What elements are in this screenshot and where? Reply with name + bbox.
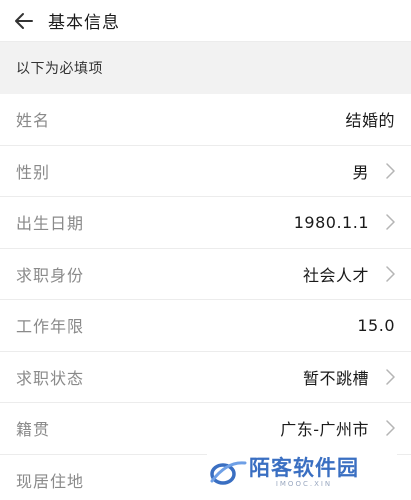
chevron-right-icon bbox=[383, 418, 397, 438]
watermark-subtext: IMOOC.XIN bbox=[275, 479, 333, 488]
field-row-job-identity[interactable]: 求职身份 社会人才 bbox=[0, 249, 411, 300]
arrow-left-icon bbox=[15, 12, 33, 29]
field-value: 暂不跳槽 bbox=[302, 368, 369, 388]
field-value[interactable]: 结婚的 bbox=[345, 107, 395, 131]
field-row-work-years[interactable]: 工作年限 15.0 bbox=[0, 300, 411, 352]
field-label: 求职状态 bbox=[16, 368, 85, 388]
watermark: 陌客软件园 IMOOC.XIN bbox=[207, 450, 397, 494]
field-value: 社会人才 bbox=[302, 265, 369, 285]
watermark-logo-icon bbox=[207, 457, 247, 487]
required-section-header: 以下为必填项 bbox=[0, 41, 411, 94]
field-label: 出生日期 bbox=[16, 214, 85, 234]
field-value: 1980.1.1 bbox=[293, 212, 369, 232]
field-label: 求职身份 bbox=[16, 265, 85, 285]
field-label: 籍贯 bbox=[16, 420, 51, 440]
field-value[interactable]: 15.0 bbox=[357, 316, 395, 335]
chevron-right-icon bbox=[383, 212, 397, 232]
page-title: 基本信息 bbox=[48, 13, 120, 33]
field-label: 性别 bbox=[16, 162, 51, 182]
chevron-right-icon bbox=[383, 367, 397, 387]
field-label: 姓名 bbox=[16, 111, 51, 131]
field-row-birthdate[interactable]: 出生日期 1980.1.1 bbox=[0, 197, 411, 249]
section-title: 以下为必填项 bbox=[16, 61, 103, 77]
field-row-gender[interactable]: 性别 男 bbox=[0, 146, 411, 197]
field-row-job-status[interactable]: 求职状态 暂不跳槽 bbox=[0, 352, 411, 403]
field-label: 工作年限 bbox=[16, 317, 85, 337]
chevron-right-icon bbox=[383, 264, 397, 284]
back-button[interactable] bbox=[0, 0, 42, 41]
field-value: 广东-广州市 bbox=[280, 420, 369, 440]
watermark-text: 陌客软件园 bbox=[249, 455, 359, 480]
field-value: 男 bbox=[352, 162, 369, 182]
form-list: 姓名 结婚的 性别 男 出生日期 1980.1.1 求职身份 社会人才 工作年限… bbox=[0, 94, 411, 500]
top-bar: 基本信息 bbox=[0, 0, 411, 41]
field-row-name[interactable]: 姓名 结婚的 bbox=[0, 94, 411, 146]
field-row-hometown[interactable]: 籍贯 广东-广州市 bbox=[0, 403, 411, 455]
chevron-right-icon bbox=[383, 161, 397, 181]
